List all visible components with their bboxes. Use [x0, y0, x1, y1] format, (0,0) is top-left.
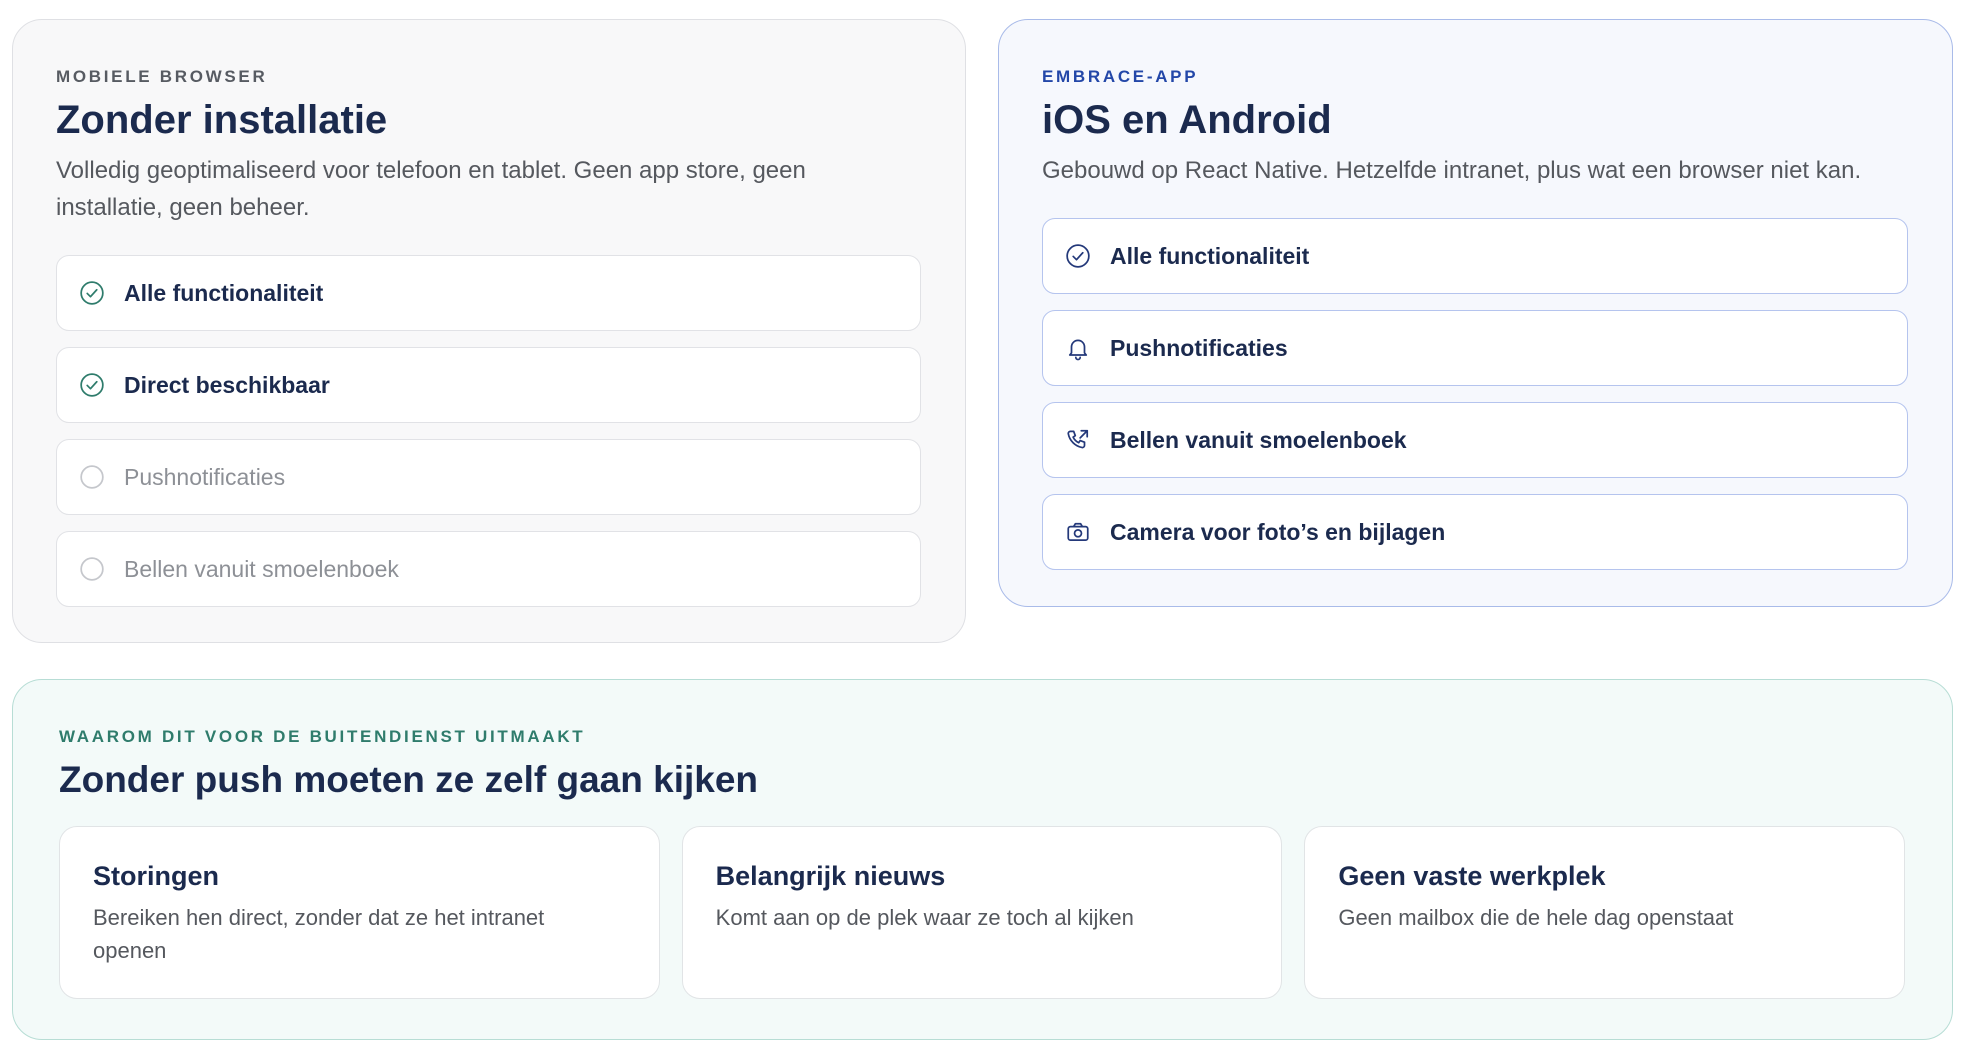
reason-title: Storingen [93, 861, 219, 891]
camera-icon [1065, 519, 1091, 545]
feature-list: Alle functionaliteit Pushnotificaties Be… [1042, 218, 1908, 570]
reason-title: Geen vaste werkplek [1338, 861, 1606, 891]
embrace-app-card: EMBRACE-APP iOS en Android Gebouwd op Re… [998, 19, 1953, 607]
reason-description: Bereiken hen direct, zonder dat ze het i… [93, 905, 545, 963]
card-title: iOS en Android [1042, 98, 1332, 142]
feature-item-direct-available: Direct beschikbaar [56, 347, 921, 423]
card-title: Zonder installatie [56, 98, 388, 142]
feature-item-all-functionality: Alle functionaliteit [56, 255, 921, 331]
feature-label: Pushnotificaties [1110, 334, 1288, 361]
bell-icon [1065, 335, 1091, 361]
card-description: Gebouwd op React Native. Hetzelfde intra… [1042, 157, 1862, 184]
feature-item-push-notifications: Pushnotificaties [56, 439, 921, 515]
check-circle-icon [79, 280, 105, 306]
feature-label: Bellen vanuit smoelenboek [124, 555, 399, 582]
card-description: Volledig geoptimaliseerd voor telefoon e… [56, 157, 806, 221]
feature-list: Alle functionaliteit Direct beschikbaar … [56, 255, 921, 607]
check-circle-icon [79, 372, 105, 398]
reason-card-no-fixed-workplace: Geen vaste werkplek Geen mailbox die de … [1304, 826, 1905, 999]
empty-circle-icon [79, 464, 105, 490]
card-eyebrow: EMBRACE-APP [1042, 67, 1199, 86]
feature-label: Alle functionaliteit [124, 279, 324, 306]
feature-item-push-notifications: Pushnotificaties [1042, 310, 1908, 386]
check-circle-icon [1065, 243, 1091, 269]
section-title: Zonder push moeten ze zelf gaan kijken [59, 759, 759, 800]
reason-card-important-news: Belangrijk nieuws Komt aan op de plek wa… [681, 826, 1283, 999]
feature-label: Camera voor foto’s en bijlagen [1110, 518, 1446, 545]
reason-description: Komt aan op de plek waar ze toch al kijk… [715, 905, 1134, 930]
feature-item-call-from-directory: Bellen vanuit smoelenboek [1042, 402, 1908, 478]
feature-label: Pushnotificaties [124, 463, 286, 490]
section-eyebrow: WAAROM DIT VOOR DE BUITENDIENST UITMAAKT [59, 727, 586, 746]
card-eyebrow: MOBIELE BROWSER [56, 67, 268, 86]
mobile-browser-card: MOBIELE BROWSER Zonder installatie Volle… [12, 19, 966, 643]
empty-circle-icon [79, 556, 105, 582]
feature-label: Alle functionaliteit [1110, 242, 1310, 269]
phone-outgoing-icon [1065, 427, 1091, 453]
feature-item-call-from-directory: Bellen vanuit smoelenboek [56, 531, 921, 607]
why-field-service-section: WAAROM DIT VOOR DE BUITENDIENST UITMAAKT… [12, 679, 1953, 1040]
reason-description: Geen mailbox die de hele dag openstaat [1338, 905, 1734, 930]
reason-card-outages: Storingen Bereiken hen direct, zonder da… [59, 826, 660, 999]
feature-item-camera: Camera voor foto’s en bijlagen [1042, 494, 1908, 570]
feature-label: Bellen vanuit smoelenboek [1110, 426, 1407, 453]
reason-title: Belangrijk nieuws [715, 861, 946, 891]
feature-label: Direct beschikbaar [124, 371, 330, 398]
reason-grid: Storingen Bereiken hen direct, zonder da… [59, 826, 1905, 999]
feature-item-all-functionality: Alle functionaliteit [1042, 218, 1908, 294]
